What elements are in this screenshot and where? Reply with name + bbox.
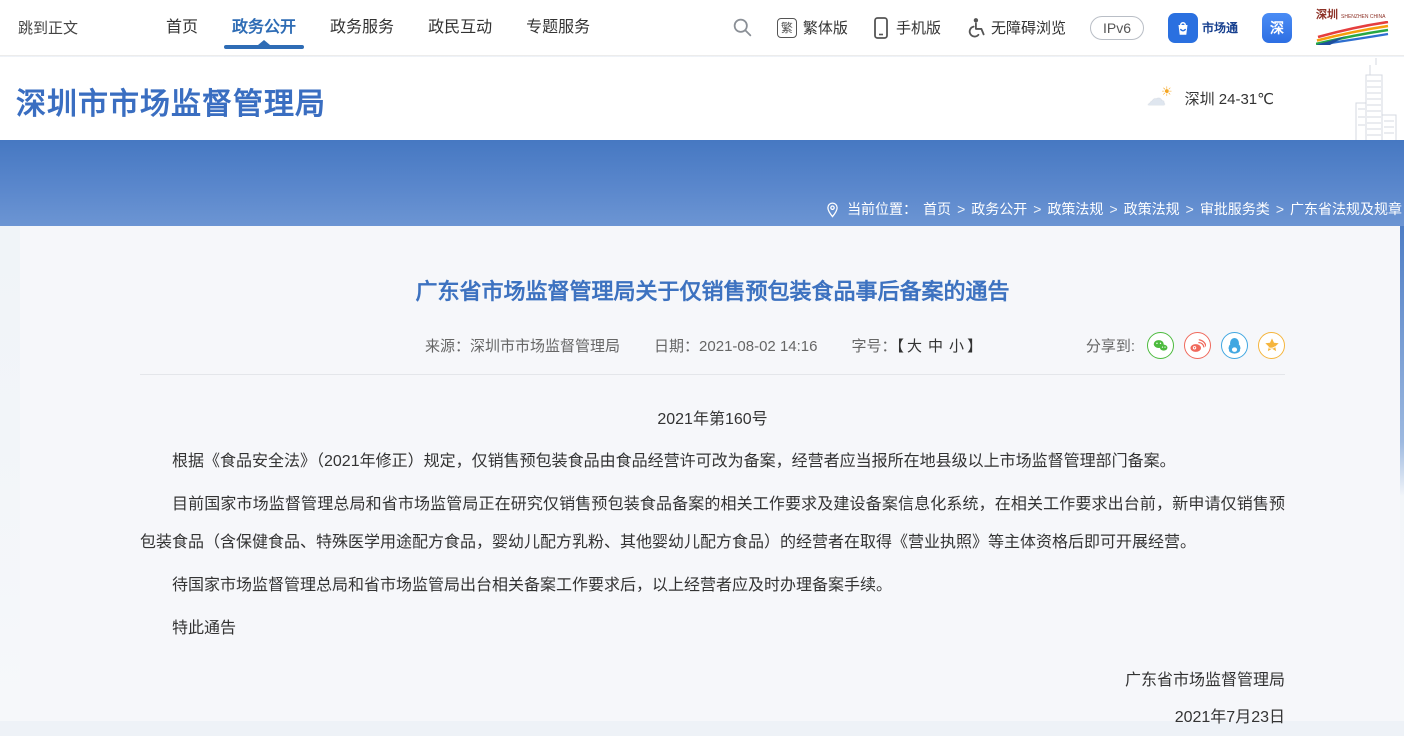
- font-size-small-button[interactable]: 小: [946, 338, 967, 355]
- nav-item-government-info[interactable]: 政务公开: [232, 0, 296, 56]
- breadcrumb-label: 当前位置：: [847, 199, 917, 219]
- search-button[interactable]: [732, 17, 753, 38]
- nav-item-public-interaction[interactable]: 政民互动: [428, 0, 492, 56]
- share-qq-button[interactable]: [1221, 332, 1248, 359]
- market-app-link[interactable]: 市场通: [1168, 13, 1238, 43]
- qq-penguin-icon: [1227, 337, 1242, 354]
- signature-date: 2021年7月23日: [140, 699, 1285, 736]
- article-card: 广东省市场监督管理局关于仅销售预包装食品事后备案的通告 来源：深圳市市场监督管理…: [20, 226, 1400, 721]
- article-title: 广东省市场监督管理局关于仅销售预包装食品事后备案的通告: [140, 274, 1285, 306]
- market-app-icon: [1168, 13, 1198, 43]
- weather-widget: ☀☁ 深圳 24-31℃: [1147, 87, 1274, 109]
- shenzhen-china-logo[interactable]: 深圳 SHENZHEN CHINA: [1316, 10, 1390, 45]
- wechat-icon: [1152, 338, 1169, 353]
- mobile-version-link[interactable]: 手机版: [872, 17, 941, 39]
- mobile-phone-icon: [872, 17, 890, 39]
- breadcrumb-approval-services[interactable]: 审批服务类: [1200, 199, 1270, 219]
- top-bar: 跳到正文 首页 政务公开 政务服务 政民互动 专题服务 繁 繁体版: [0, 0, 1404, 56]
- share-toolbar: 分享到:: [1086, 332, 1285, 359]
- accessibility-wheelchair-icon: [965, 17, 985, 39]
- paragraph-1: 根据《食品安全法》（2021年修正）规定，仅销售预包装食品由食品经营许可改为备案…: [140, 443, 1285, 481]
- document-number: 2021年第160号: [140, 401, 1285, 439]
- signature-agency: 广东省市场监督管理局: [140, 662, 1285, 699]
- building-sketch-illustration: [1338, 57, 1402, 140]
- weather-text: 深圳 24-31℃: [1185, 88, 1274, 109]
- accessibility-link[interactable]: 无障碍浏览: [965, 17, 1066, 39]
- font-size-control: 字号：【大中小】: [851, 335, 982, 356]
- breadcrumb-policies[interactable]: 政策法规: [1047, 199, 1103, 219]
- weibo-icon: [1189, 338, 1206, 353]
- breadcrumb-government-info[interactable]: 政务公开: [971, 199, 1027, 219]
- signature-block: 广东省市场监督管理局 2021年7月23日: [140, 662, 1285, 736]
- qzone-star-icon: [1264, 337, 1280, 353]
- share-qzone-button[interactable]: [1258, 332, 1285, 359]
- i-shenzhen-app-icon[interactable]: 深: [1262, 13, 1292, 43]
- article-body: 2021年第160号 根据《食品安全法》（2021年修正）规定，仅销售预包装食品…: [140, 401, 1285, 736]
- nav-item-special-topics[interactable]: 专题服务: [526, 0, 590, 56]
- site-header: 深圳市市场监督管理局 ☀☁ 深圳 24-31℃: [0, 57, 1404, 140]
- top-tools: 繁 繁体版 手机版 无障碍浏览 IPv6: [732, 10, 1404, 45]
- traditional-chinese-icon: 繁: [777, 18, 797, 38]
- paragraph-2: 目前国家市场监督管理总局和省市场监管局正在研究仅销售预包装食品备案的相关工作要求…: [140, 486, 1285, 562]
- rainbow-swoosh-icon: [1316, 21, 1390, 45]
- nav-item-government-services[interactable]: 政务服务: [330, 0, 394, 56]
- background-sliver: [1400, 226, 1404, 496]
- breadcrumb: 当前位置： 首页 > 政务公开 > 政策法规 > 政策法规 > 审批服务类 > …: [824, 199, 1402, 219]
- site-title[interactable]: 深圳市市场监督管理局: [16, 79, 326, 123]
- paragraph-4: 特此通告: [140, 610, 1285, 648]
- meta-divider: [140, 374, 1285, 375]
- location-pin-icon: [824, 201, 841, 218]
- breadcrumb-guangdong-regulations[interactable]: 广东省法规及规章: [1290, 199, 1402, 219]
- breadcrumb-home[interactable]: 首页: [923, 199, 951, 219]
- search-icon: [732, 17, 753, 38]
- main-nav: 首页 政务公开 政务服务 政民互动 专题服务: [166, 0, 624, 56]
- paragraph-3: 待国家市场监督管理总局和省市场监管局出台相关备案工作要求后，以上经营者应及时办理…: [140, 567, 1285, 605]
- font-size-medium-button[interactable]: 中: [925, 338, 946, 355]
- skip-to-content-link[interactable]: 跳到正文: [18, 17, 78, 38]
- ipv6-badge[interactable]: IPv6: [1090, 16, 1144, 40]
- nav-item-home[interactable]: 首页: [166, 0, 198, 56]
- article-meta-row: 来源：深圳市市场监督管理局 日期：2021-08-02 14:16 字号：【大中…: [140, 330, 1285, 360]
- active-tab-underline: [224, 45, 304, 49]
- traditional-chinese-toggle[interactable]: 繁 繁体版: [777, 17, 848, 38]
- font-size-large-button[interactable]: 大: [904, 338, 925, 355]
- share-label: 分享到:: [1086, 335, 1135, 356]
- article-source: 来源：深圳市市场监督管理局: [425, 335, 620, 356]
- share-wechat-button[interactable]: [1147, 332, 1174, 359]
- share-weibo-button[interactable]: [1184, 332, 1211, 359]
- hero-banner: 当前位置： 首页 > 政务公开 > 政策法规 > 政策法规 > 审批服务类 > …: [0, 140, 1404, 226]
- breadcrumb-policies-2[interactable]: 政策法规: [1124, 199, 1180, 219]
- article-date: 日期：2021-08-02 14:16: [654, 335, 817, 356]
- partly-cloudy-icon: ☀☁: [1147, 87, 1173, 109]
